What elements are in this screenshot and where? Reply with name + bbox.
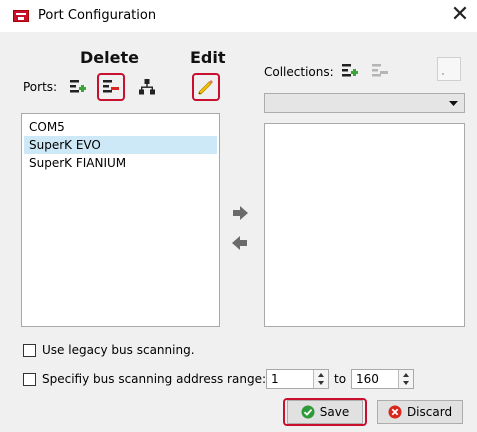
- range-from-spinbox[interactable]: 1: [266, 369, 329, 389]
- collections-label: Collections:: [264, 65, 334, 79]
- app-icon: [13, 10, 29, 22]
- add-collection-icon: [342, 64, 358, 77]
- title-bar: Port Configuration ✕: [0, 0, 477, 32]
- network-tree-icon: [139, 79, 155, 95]
- arrow-left-icon: [232, 236, 247, 250]
- collection-edit-button[interactable]: [437, 57, 461, 81]
- disabled-edit-icon: [442, 73, 444, 75]
- remove-collection-icon: [372, 64, 388, 77]
- add-port-icon: [70, 80, 86, 93]
- address-range-label: Specifiy bus scanning address range:: [42, 372, 266, 386]
- range-to-spinbox[interactable]: 160: [351, 369, 414, 389]
- remove-collection-button[interactable]: [369, 60, 391, 82]
- delete-port-button[interactable]: [97, 73, 125, 101]
- edit-port-button[interactable]: [192, 73, 220, 101]
- add-port-button[interactable]: [67, 76, 89, 98]
- discard-button[interactable]: Discard: [377, 400, 463, 424]
- remove-port-icon: [103, 80, 119, 93]
- range-from-value: 1: [271, 372, 279, 386]
- pencil-icon: [198, 80, 213, 95]
- ports-list[interactable]: COM5 SuperK EVO SuperK FIANIUM: [21, 113, 220, 327]
- discard-label: Discard: [406, 405, 453, 419]
- window-title: Port Configuration: [38, 8, 157, 23]
- arrow-right-icon: [233, 206, 248, 220]
- port-item-com5[interactable]: COM5: [24, 118, 217, 136]
- port-item-superk-fianium[interactable]: SuperK FIANIUM: [24, 154, 217, 172]
- range-to-value: 160: [356, 372, 379, 386]
- delete-annotation: Delete: [80, 48, 139, 67]
- spin-arrows-icon[interactable]: [313, 370, 328, 388]
- save-button[interactable]: Save: [287, 400, 363, 424]
- collections-list[interactable]: [264, 123, 465, 327]
- cancel-circle-icon: [388, 405, 402, 419]
- address-range-checkbox[interactable]: [23, 373, 36, 386]
- edit-annotation: Edit: [190, 48, 226, 67]
- range-to-label: to: [334, 372, 347, 386]
- add-collection-button[interactable]: [339, 60, 361, 82]
- ports-label: Ports:: [23, 80, 58, 94]
- check-circle-icon: [301, 405, 315, 419]
- port-item-superk-evo[interactable]: SuperK EVO: [24, 136, 217, 154]
- save-label: Save: [319, 405, 350, 419]
- chevron-down-icon: [449, 101, 458, 106]
- move-right-button[interactable]: [230, 205, 250, 221]
- legacy-scan-label: Use legacy bus scanning.: [42, 343, 195, 357]
- port-network-button[interactable]: [136, 76, 158, 98]
- legacy-scan-checkbox[interactable]: [23, 344, 36, 357]
- spin-arrows-icon[interactable]: [398, 370, 413, 388]
- close-icon[interactable]: ✕: [447, 2, 473, 28]
- collections-dropdown[interactable]: [264, 93, 465, 113]
- move-left-button[interactable]: [230, 235, 250, 251]
